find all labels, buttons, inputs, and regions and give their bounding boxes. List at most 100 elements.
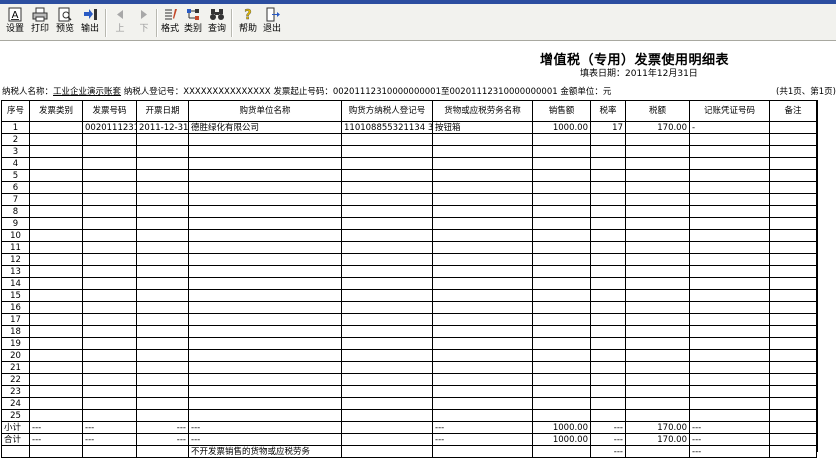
table-cell <box>689 373 770 386</box>
table-row[interactable]: 22 <box>1 373 817 386</box>
table-row[interactable]: 10 <box>1 229 817 242</box>
table-row[interactable]: 14 <box>1 277 817 290</box>
table-row[interactable]: 15 <box>1 289 817 302</box>
preview-button[interactable]: 预览 <box>53 6 77 39</box>
table-cell <box>136 277 189 290</box>
table-row[interactable]: 17 <box>1 313 817 326</box>
table-cell <box>689 409 770 422</box>
prev-page-button[interactable]: 上 <box>108 6 132 39</box>
table-row[interactable]: 19 <box>1 337 817 350</box>
table-cell <box>29 397 83 410</box>
table-row[interactable]: 20 <box>1 349 817 362</box>
table-row[interactable]: 8 <box>1 205 817 218</box>
table-cell <box>590 325 626 338</box>
table-row[interactable]: 18 <box>1 325 817 338</box>
table-row[interactable]: 25 <box>1 409 817 422</box>
table-cell <box>769 349 817 362</box>
table-cell <box>188 385 342 398</box>
preview-label: 预览 <box>55 24 74 34</box>
table-row[interactable]: 2 <box>1 133 817 146</box>
table-cell <box>689 397 770 410</box>
table-cell: --- <box>689 445 770 458</box>
table-cell <box>769 421 817 434</box>
table-cell: --- <box>689 421 770 434</box>
table-cell <box>625 301 690 314</box>
table-cell <box>341 409 433 422</box>
table-cell <box>341 277 433 290</box>
table-cell: 1 <box>1 121 30 134</box>
table-cell <box>82 289 137 302</box>
table-cell: 13 <box>1 265 30 278</box>
next-page-button[interactable]: 下 <box>132 6 156 39</box>
next-icon <box>136 6 152 23</box>
help-button[interactable]: ? 帮助 <box>236 6 260 39</box>
table-cell <box>188 325 342 338</box>
table-cell: 1000.00 <box>532 433 591 446</box>
table-cell <box>590 217 626 230</box>
column-header: 发票号码 <box>82 100 137 122</box>
category-button[interactable]: 类别 <box>181 6 205 39</box>
table-cell <box>82 445 137 458</box>
exit-button[interactable]: 退出 <box>260 6 284 39</box>
column-header: 货物或应税劳务名称 <box>432 100 533 122</box>
column-header: 销售额 <box>532 100 591 122</box>
table-row[interactable]: 6 <box>1 181 817 194</box>
table-row[interactable]: 21 <box>1 361 817 374</box>
table-row[interactable]: 11 <box>1 241 817 254</box>
table-row[interactable]: 4 <box>1 157 817 170</box>
table-row[interactable]: 23 <box>1 385 817 398</box>
table-row[interactable]: 5 <box>1 169 817 182</box>
table-row[interactable]: 7 <box>1 193 817 206</box>
table-cell <box>432 445 533 458</box>
category-icon <box>185 6 201 23</box>
table-cell <box>136 397 189 410</box>
table-cell <box>29 409 83 422</box>
table-cell <box>625 325 690 338</box>
table-row[interactable]: 13 <box>1 265 817 278</box>
table-row[interactable]: 16 <box>1 301 817 314</box>
table-row[interactable]: 小计 --- --- --- --- --- 1000.00 --- 170.00 --- <box>1 421 817 434</box>
table-row[interactable]: 1 00201112310002011-12-31德胜绿化有限公司11010885… <box>1 121 817 134</box>
table-cell <box>82 193 137 206</box>
table-cell <box>188 133 342 146</box>
table-cell <box>769 253 817 266</box>
next-label: 下 <box>139 24 149 34</box>
table-cell <box>341 397 433 410</box>
table-row[interactable]: 9 <box>1 217 817 230</box>
table-cell <box>625 361 690 374</box>
table-cell: 20 <box>1 349 30 362</box>
table-cell <box>590 337 626 350</box>
table-cell <box>82 229 137 242</box>
table-cell: --- <box>136 433 189 446</box>
table-cell <box>625 253 690 266</box>
table-cell <box>29 349 83 362</box>
table-cell <box>136 193 189 206</box>
query-button[interactable]: 查询 <box>205 6 229 39</box>
table-cell: --- <box>590 421 626 434</box>
table-cell: 不开发票销售的货物或应税劳务 <box>188 445 342 458</box>
table-cell <box>82 313 137 326</box>
table-cell <box>136 133 189 146</box>
export-button[interactable]: 输出 <box>78 6 102 39</box>
table-row[interactable]: 不开发票销售的货物或应税劳务 --- --- <box>1 445 817 458</box>
table-cell <box>29 277 83 290</box>
table-cell <box>625 349 690 362</box>
table-cell <box>188 157 342 170</box>
table-cell <box>769 361 817 374</box>
table-cell <box>29 193 83 206</box>
exit-icon <box>264 6 280 23</box>
print-button[interactable]: 打印 <box>28 6 52 39</box>
table-cell <box>136 169 189 182</box>
binoculars-icon <box>209 6 225 23</box>
svg-text:?: ? <box>244 8 252 22</box>
table-row[interactable]: 3 <box>1 145 817 158</box>
table-row[interactable]: 12 <box>1 253 817 266</box>
column-header: 发票类别 <box>29 100 83 122</box>
table-cell: --- <box>188 421 342 434</box>
export-label: 输出 <box>80 24 99 34</box>
settings-button[interactable]: A 设置 <box>3 6 27 39</box>
table-row[interactable]: 24 <box>1 397 817 410</box>
format-button[interactable]: 格式 <box>158 6 182 39</box>
table-row[interactable]: 合计 --- --- --- --- --- 1000.00 --- 170.00 --- <box>1 433 817 446</box>
table-cell <box>590 385 626 398</box>
